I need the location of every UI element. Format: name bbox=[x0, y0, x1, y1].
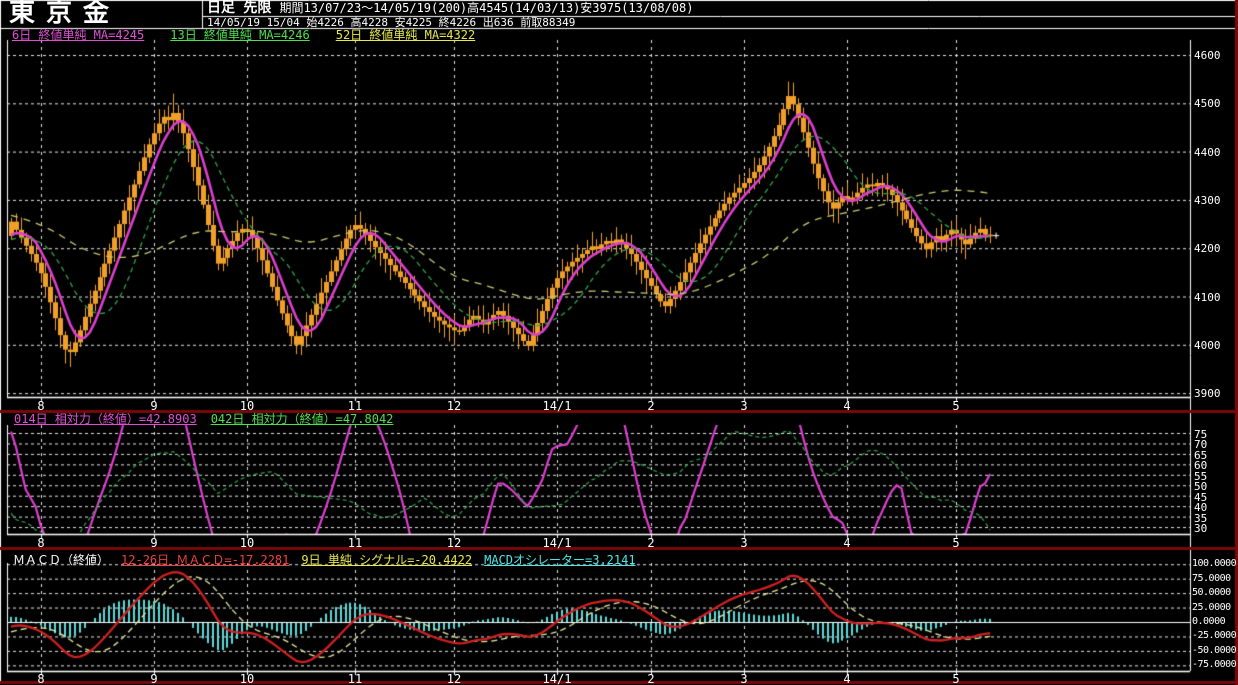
rsi-legend: 014日 相対力（終値）=42.8903 042日 相対力（終値）=47.804… bbox=[14, 413, 393, 425]
macd-oscillator-label: MACDオシレーター=3.2141 bbox=[484, 553, 636, 567]
main-x-tick-label: 9 bbox=[150, 399, 158, 413]
price-axis-label: 3900 bbox=[1194, 387, 1221, 400]
price-axis-label: 4200 bbox=[1194, 242, 1221, 255]
macd-x-tick-label: 9 bbox=[150, 672, 158, 685]
chart-window: 東京金 日足 先限 期間13/07/23～14/05/19(200)高4545(1… bbox=[0, 0, 1238, 685]
ma13-legend-item: 13日 終値単純 MA=4246 bbox=[170, 28, 310, 42]
macd-axis-label: 100.0000 bbox=[1192, 558, 1237, 569]
macd-x-tick-label: 5 bbox=[952, 672, 960, 685]
ma-legend: 6日 終値単純 MA=4245 13日 終値単純 MA=4246 52日 終値単… bbox=[12, 29, 475, 41]
macd-x-tick-label: 12 bbox=[446, 672, 462, 685]
macd-axis-label: -50.0000 bbox=[1192, 645, 1237, 656]
macd-axis-label: -25.0000 bbox=[1192, 630, 1237, 641]
main-x-tick-label: 2 bbox=[647, 399, 655, 413]
rsi-x-tick-label: 4 bbox=[843, 536, 851, 550]
rsi42-legend-item: 042日 相対力（終値）=47.8042 bbox=[210, 412, 394, 426]
rsi-axis-label: 30 bbox=[1194, 522, 1208, 535]
macd-axis-label: 0.0000 bbox=[1192, 616, 1226, 627]
rsi-x-tick-label: 9 bbox=[150, 536, 158, 550]
macd-x-tick-label: 11 bbox=[347, 672, 363, 685]
instrument-title: 東京金 bbox=[9, 0, 121, 28]
price-axis-label: 4600 bbox=[1194, 49, 1221, 62]
macd-x-tick-label: 3 bbox=[740, 672, 748, 685]
macd-x-tick-label: 10 bbox=[239, 672, 255, 685]
macd-value-label: 12-26日 ＭＡＣＤ=-17.2281 bbox=[121, 553, 290, 567]
rsi-x-tick-label: 10 bbox=[239, 536, 255, 550]
main-x-tick-label: 3 bbox=[740, 399, 748, 413]
rsi14-legend-item: 014日 相対力（終値）=42.8903 bbox=[14, 412, 197, 426]
macd-axis-label: -75.0000 bbox=[1192, 659, 1237, 670]
price-axis-label: 4000 bbox=[1194, 339, 1221, 352]
rsi-x-tick-label: 3 bbox=[740, 536, 748, 550]
macd-legend: ＭＡＣＤ（終値） 12-26日 ＭＡＣＤ=-17.2281 9日 単純 シグナル… bbox=[13, 554, 636, 566]
main-x-tick-label: 14/1 bbox=[542, 399, 572, 413]
macd-axis-label: 75.0000 bbox=[1192, 573, 1231, 584]
ma52-legend-item: 52日 終値単純 MA=4322 bbox=[335, 28, 476, 42]
ma6-legend-item: 6日 終値単純 MA=4245 bbox=[12, 28, 145, 42]
main-x-tick-label: 11 bbox=[347, 399, 363, 413]
macd-x-tick-label: 14/1 bbox=[542, 672, 572, 685]
price-axis-label: 4100 bbox=[1194, 291, 1221, 304]
quote-line: 14/05/19 15/04 始4226 高4228 安4225 終4226 出… bbox=[207, 16, 576, 29]
main-x-tick-label: 4 bbox=[843, 399, 851, 413]
main-x-tick-label: 10 bbox=[239, 399, 255, 413]
price-axis-label: 4500 bbox=[1194, 97, 1221, 110]
rsi-x-tick-label: 11 bbox=[347, 536, 363, 550]
main-x-tick-label: 8 bbox=[37, 399, 45, 413]
price-axis-label: 4300 bbox=[1194, 194, 1221, 207]
rsi-x-tick-label: 14/1 bbox=[542, 536, 572, 550]
macd-axis-label: 25.0000 bbox=[1192, 602, 1231, 613]
chart-header-line1: 日足 先限 期間13/07/23～14/05/19(200)高4545(14/03… bbox=[207, 1, 693, 15]
macd-x-tick-label: 2 bbox=[647, 672, 655, 685]
period-range-label: 期間13/07/23～14/05/19(200)高4545(14/03/13)安… bbox=[279, 1, 694, 15]
macd-x-tick-label: 4 bbox=[843, 672, 851, 685]
rsi-x-tick-label: 8 bbox=[37, 536, 45, 550]
rsi-x-tick-label: 12 bbox=[446, 536, 462, 550]
macd-title-label: ＭＡＣＤ（終値） bbox=[13, 553, 110, 567]
timeframe-label: 日足 先限 bbox=[207, 0, 272, 16]
rsi-x-tick-label: 2 bbox=[647, 536, 655, 550]
macd-x-tick-label: 8 bbox=[37, 672, 45, 685]
price-axis-label: 4400 bbox=[1194, 146, 1221, 159]
main-x-tick-label: 12 bbox=[446, 399, 462, 413]
macd-signal-label: 9日 単純 シグナル=-20.4422 bbox=[301, 553, 473, 567]
main-x-tick-label: 5 bbox=[952, 399, 960, 413]
rsi-x-tick-label: 5 bbox=[952, 536, 960, 550]
macd-axis-label: 50.0000 bbox=[1192, 587, 1231, 598]
price-chart-canvas[interactable] bbox=[0, 0, 1238, 685]
